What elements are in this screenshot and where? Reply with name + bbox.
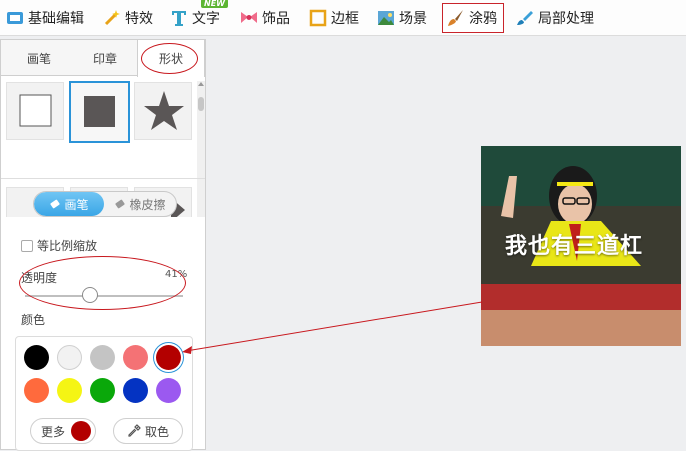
tab-stamp[interactable]: 印章 bbox=[71, 40, 139, 76]
photo-caption-text: 我也有三道杠 bbox=[505, 234, 644, 259]
color-swatch[interactable] bbox=[90, 378, 115, 403]
color-label: 颜色 bbox=[21, 313, 46, 327]
color-swatch[interactable] bbox=[57, 345, 82, 370]
more-colors-button[interactable]: 更多 bbox=[30, 418, 96, 444]
new-badge: NEW bbox=[201, 0, 228, 8]
doodle-panel: 画笔 印章 形状 画笔 橡皮擦 等比例缩放 透明度 41% 颜色 更多 取色 bbox=[0, 39, 206, 451]
eyedropper-icon bbox=[128, 424, 141, 437]
color-swatch[interactable] bbox=[90, 345, 115, 370]
frame-icon bbox=[309, 9, 327, 27]
color-palette: 更多 取色 bbox=[15, 336, 193, 451]
proportional-scale-checkbox[interactable] bbox=[21, 239, 33, 252]
color-swatch[interactable] bbox=[57, 378, 82, 403]
color-swatch[interactable] bbox=[156, 378, 181, 403]
toolbar-scenes-label: 场景 bbox=[399, 11, 427, 27]
more-colors-label: 更多 bbox=[41, 424, 66, 439]
brush-eraser-switch: 画笔 橡皮擦 bbox=[33, 191, 177, 217]
eraser-mode-button[interactable]: 橡皮擦 bbox=[104, 192, 176, 216]
panel-divider bbox=[1, 178, 205, 179]
proportional-scale-label: 等比例缩放 bbox=[37, 239, 98, 253]
toolbar-local-adjust-label: 局部处理 bbox=[538, 11, 594, 27]
toolbar-decorations-label: 饰品 bbox=[262, 11, 290, 27]
scroll-up-icon[interactable] bbox=[198, 82, 204, 86]
toolbar-frames[interactable]: 边框 bbox=[309, 3, 359, 33]
eraser-pen-icon bbox=[50, 199, 61, 209]
toolbar-decorations[interactable]: 饰品 bbox=[240, 3, 290, 33]
color-picker-button[interactable]: 取色 bbox=[113, 418, 183, 444]
shape-square-outline[interactable] bbox=[6, 82, 64, 140]
eraser-icon bbox=[115, 199, 126, 209]
opacity-value: 41% bbox=[165, 269, 188, 280]
tab-shape[interactable]: 形状 bbox=[137, 40, 205, 77]
canvas-photo[interactable]: 我也有三道杠 bbox=[481, 146, 681, 346]
toolbar-scenes[interactable]: 场景 bbox=[377, 3, 427, 33]
toolbar-effects-label: 特效 bbox=[125, 11, 153, 27]
opacity-label: 透明度 bbox=[21, 271, 58, 285]
current-color-dot bbox=[71, 421, 92, 441]
toolbar-text-label: 文字 bbox=[192, 11, 220, 27]
square-filled-icon bbox=[84, 96, 115, 127]
scroll-thumb[interactable] bbox=[198, 97, 204, 111]
color-swatch[interactable] bbox=[24, 345, 49, 370]
square-outline-icon bbox=[19, 94, 52, 127]
text-icon bbox=[170, 9, 188, 27]
brush-icon bbox=[447, 9, 465, 27]
toolbar-frames-label: 边框 bbox=[331, 11, 359, 27]
opacity-slider-track[interactable] bbox=[25, 295, 183, 297]
color-swatch[interactable] bbox=[24, 378, 49, 403]
proportional-scale-option[interactable]: 等比例缩放 bbox=[21, 237, 97, 254]
eraser-mode-label: 橡皮擦 bbox=[129, 197, 166, 212]
color-swatch[interactable] bbox=[156, 345, 181, 370]
color-picker-label: 取色 bbox=[144, 424, 169, 439]
shape-star[interactable] bbox=[134, 82, 192, 140]
color-swatch[interactable] bbox=[123, 345, 148, 370]
toolbar-basic-edit[interactable]: 基础编辑 bbox=[6, 3, 84, 33]
tab-brush[interactable]: 画笔 bbox=[5, 40, 73, 76]
top-toolbar: 基础编辑 特效 文字 NEW 饰品 边框 场景 涂鸦 局部处理 bbox=[0, 0, 686, 36]
toolbar-doodle[interactable]: 涂鸦 bbox=[442, 3, 504, 33]
landscape-icon bbox=[377, 9, 395, 27]
star-icon bbox=[144, 91, 184, 130]
shape-square-filled[interactable] bbox=[69, 81, 130, 143]
shape-scrollbar[interactable] bbox=[197, 81, 205, 217]
magic-wand-icon bbox=[103, 9, 121, 27]
panel-tabs: 画笔 印章 形状 bbox=[1, 40, 205, 77]
eye-drop-brush-icon bbox=[516, 9, 534, 27]
brush-mode-label: 画笔 bbox=[64, 197, 89, 212]
brush-mode-button[interactable]: 画笔 bbox=[34, 192, 104, 216]
toolbar-doodle-label: 涂鸦 bbox=[469, 11, 497, 27]
basic-edit-icon bbox=[6, 9, 24, 27]
toolbar-basic-edit-label: 基础编辑 bbox=[28, 11, 84, 27]
bow-icon bbox=[240, 9, 258, 27]
opacity-slider-thumb[interactable] bbox=[81, 287, 98, 303]
toolbar-local-adjust[interactable]: 局部处理 bbox=[516, 3, 594, 33]
color-swatch[interactable] bbox=[123, 378, 148, 403]
toolbar-effects[interactable]: 特效 bbox=[103, 3, 153, 33]
